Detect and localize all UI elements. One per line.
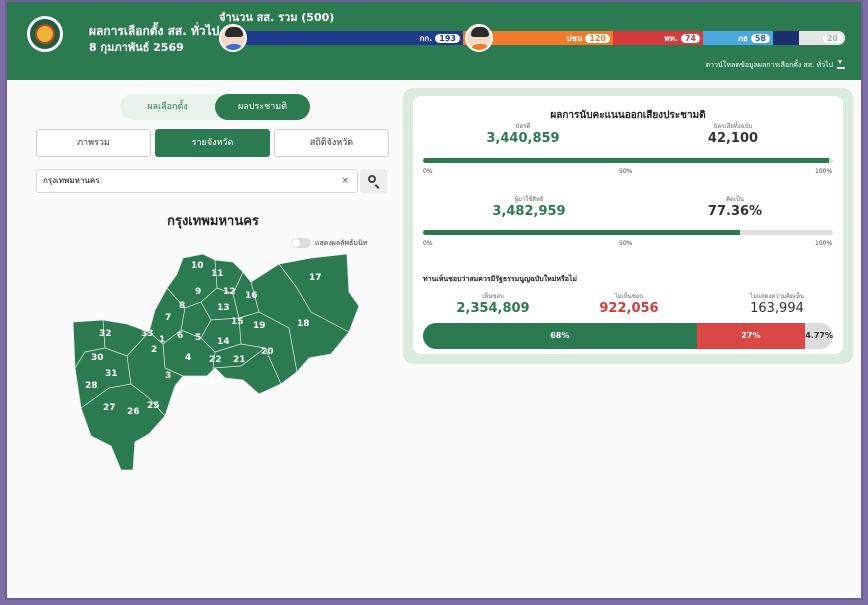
- turnout-progress-fill: [423, 230, 741, 235]
- referendum-result-bar: 68% 27% 4.77%: [423, 323, 833, 349]
- district-label: 33: [141, 329, 154, 339]
- turnout-progress-bar: [423, 230, 833, 235]
- abstain-segment[interactable]: 4.77%: [805, 323, 833, 349]
- district-label: 21: [233, 355, 246, 365]
- view-tabs: ภาพรวม รายจังหวัด สถิติจังหวัด: [36, 129, 389, 157]
- disagree-label: ไม่เห็นชอบ: [614, 293, 644, 300]
- district-label: 23: [203, 377, 216, 387]
- district-label: 22: [209, 355, 222, 365]
- district-label: 1: [159, 335, 165, 345]
- result-type-toggle: ผลเลือกตั้ง ผลประชามติ: [120, 94, 310, 120]
- turnout-percent-label: คิดเป็น: [726, 196, 744, 203]
- district-label: 25: [147, 401, 160, 411]
- party-segment-pt2[interactable]: ภธ 58: [703, 31, 773, 45]
- district-label: 4: [185, 353, 191, 363]
- leader-avatar-2: [465, 24, 493, 52]
- valid-ballots-value: 3,440,859: [486, 131, 560, 146]
- abstain-label: ไม่แสดงความคิดเห็น: [749, 293, 805, 300]
- bangkok-district-map: 10 11 17 9 12 16 8 13 7 15 19 18 32 33 6…: [72, 253, 360, 471]
- district-label: 32: [99, 329, 112, 339]
- referendum-card: ผลการนับคะแนนออกเสียงประชามติ บัตรดี 3,4…: [403, 88, 853, 364]
- tab-overview[interactable]: ภาพรวม: [36, 129, 151, 157]
- tab-province-stats[interactable]: สถิติจังหวัด: [274, 129, 389, 157]
- district-label: 19: [253, 321, 266, 331]
- party-segment-kk[interactable]: กก. 193: [239, 31, 463, 45]
- district-label: 13: [217, 303, 230, 313]
- district-label: 8: [179, 301, 185, 311]
- district-label: 14: [217, 337, 230, 347]
- tick-50: 50%: [619, 240, 633, 247]
- tick-100: 100%: [815, 240, 833, 247]
- district-label: 16: [245, 291, 258, 301]
- district-label: 12: [223, 287, 236, 297]
- district-label: 11: [211, 269, 224, 279]
- party-segment-other1[interactable]: [773, 31, 799, 45]
- district-label: 6: [177, 331, 183, 341]
- district-label: 3: [165, 371, 171, 381]
- tab-by-province[interactable]: รายจังหวัด: [155, 129, 270, 157]
- party-segment-pt[interactable]: พท. 74: [613, 31, 703, 45]
- agree-label: เห็นชอบ: [482, 293, 504, 300]
- download-link[interactable]: ดาวน์โหลดข้อมูลผลการเลือกตั้ง สส. ทั่วไป: [706, 60, 845, 71]
- tick-100: 100%: [815, 168, 833, 175]
- agree-value: 2,354,809: [456, 301, 530, 316]
- download-icon: [837, 60, 845, 69]
- district-label: 10: [191, 261, 204, 271]
- disagree-value: 922,056: [599, 301, 659, 316]
- invalid-ballots-value: 42,100: [707, 131, 759, 146]
- app-frame: ผลการเลือกตั้ง สส. ทั่วไป 8 กุมภาพันธ์ 2…: [5, 0, 863, 600]
- turnout-percent-value: 77.36%: [707, 204, 763, 219]
- district-label: 31: [105, 369, 118, 379]
- search-button[interactable]: [360, 169, 387, 193]
- district-label: 2: [151, 345, 157, 355]
- leader-avatar-1: [219, 24, 247, 52]
- disagree-segment[interactable]: 27%: [696, 323, 806, 349]
- district-label: 17: [309, 273, 322, 283]
- show-results-switch[interactable]: [291, 238, 311, 248]
- district-label: 9: [195, 287, 201, 297]
- province-search-input[interactable]: กรุงเทพมหานคร ×: [36, 169, 358, 193]
- district-label: 27: [103, 403, 116, 413]
- agree-segment[interactable]: 68%: [423, 323, 697, 349]
- district-label: 15: [231, 317, 244, 327]
- total-seats-title: จำนวน สส. รวม (500): [219, 11, 335, 24]
- seat-distribution-bar: กก. 193 ปชน 120 พท. 74 ภธ 58 20: [239, 31, 845, 45]
- clear-icon[interactable]: ×: [341, 170, 349, 192]
- turnout-label: ผู้มาใช้สิทธิ: [514, 196, 544, 203]
- invalid-ballots-label: บัตรเสียทั้งฉบับ: [713, 123, 753, 130]
- district-label: 20: [261, 347, 274, 357]
- tick-50: 50%: [619, 168, 633, 175]
- tick-0: 0%: [423, 240, 433, 247]
- ect-logo: [27, 16, 63, 52]
- district-label: 28: [85, 381, 98, 391]
- tick-0: 0%: [423, 168, 433, 175]
- party-segment-other2[interactable]: 20: [799, 31, 845, 45]
- district-label: 5: [195, 333, 201, 343]
- ballots-progress-bar: [423, 158, 833, 163]
- province-title: กรุงเทพมหานคร: [167, 214, 259, 229]
- valid-ballots-label: บัตรดี: [515, 123, 531, 130]
- election-date: 8 กุมภาพันธ์ 2569: [89, 41, 184, 54]
- district-label: 26: [127, 407, 140, 417]
- emblem-icon: [35, 24, 55, 44]
- district-label: 30: [91, 353, 104, 363]
- turnout-value: 3,482,959: [492, 204, 566, 219]
- ballots-progress-fill: [423, 158, 829, 163]
- district-label: 7: [165, 313, 171, 323]
- referendum-question: ท่านเห็นชอบว่าสมควรมีรัฐธรรมนูญฉบับใหม่ห…: [423, 275, 578, 283]
- header-bar: ผลการเลือกตั้ง สส. ทั่วไป 8 กุมภาพันธ์ 2…: [7, 2, 861, 80]
- search-icon: [368, 175, 376, 183]
- toggle-election-results[interactable]: ผลเลือกตั้ง: [120, 94, 215, 120]
- toggle-referendum-results[interactable]: ผลประชามติ: [215, 94, 310, 120]
- abstain-value: 163,994: [750, 301, 804, 316]
- district-label: 18: [297, 319, 310, 329]
